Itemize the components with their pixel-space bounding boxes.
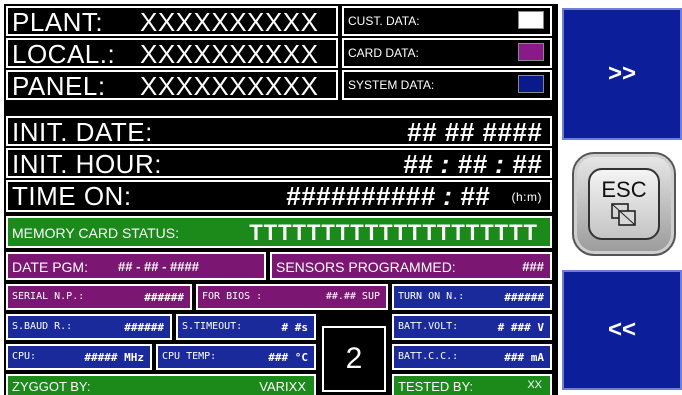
cpu-temp-label: CPU TEMP: (162, 351, 217, 362)
turn-on-value: ###### (504, 291, 544, 304)
panel-value: XXXXXXXXXX (140, 71, 319, 100)
baud-row: S.BAUD R.: ###### (6, 314, 172, 340)
local-value: XXXXXXXXXX (140, 39, 319, 68)
turn-on-row: TURN ON N.: ###### (392, 284, 552, 310)
panel-row: PANEL: XXXXXXXXXX (6, 70, 338, 100)
esc-label: ESC (601, 177, 647, 202)
sensors-value: ### (522, 259, 544, 274)
bios-label: FOR BIOS : (202, 291, 263, 302)
bios-row: FOR BIOS : ##.## SUP (196, 284, 388, 310)
time-on-unit: (h:m) (511, 190, 542, 204)
serial-value: ###### (144, 291, 184, 304)
cpu-label: CPU: (12, 351, 37, 362)
cpu-value: ##### MHz (84, 351, 144, 364)
init-hour-value: ## : ## : ## (403, 149, 542, 178)
date-pgm-value: ## - ## - #### (118, 259, 199, 274)
tested-row: TESTED BY: XX (392, 374, 552, 395)
turn-on-label: TURN ON N.: (398, 291, 465, 302)
prev-page-button[interactable]: << (562, 270, 682, 390)
copy-window-icon (611, 203, 636, 226)
cpu-row: CPU: ##### MHz (6, 344, 152, 370)
batt-volt-value: # ### V (497, 321, 544, 334)
system-data-label: SYSTEM DATA: (348, 78, 435, 92)
batt-cc-row: BATT.C.C.: ### mA (392, 344, 552, 370)
baud-label: S.BAUD R.: (12, 321, 73, 332)
bios-value: ##.## SUP (325, 291, 380, 302)
esc-key-face: ESC (588, 168, 660, 240)
card-data-button[interactable]: CARD DATA: (342, 38, 552, 68)
plant-value: XXXXXXXXXX (140, 7, 319, 36)
sensors-row: SENSORS PROGRAMMED: ### (270, 252, 552, 280)
plant-label: PLANT: (12, 7, 104, 36)
zyggot-label: ZYGGOT BY: (12, 379, 91, 394)
esc-button[interactable]: ESC (572, 152, 676, 256)
timeout-label: S.TIMEOUT: (182, 321, 243, 332)
local-label: LOCAL.: (12, 39, 116, 68)
panel-label: PANEL: (12, 71, 106, 100)
zyggot-row: ZYGGOT BY: VARIXX (6, 374, 316, 395)
init-date-value: ## ## #### (406, 117, 542, 146)
cust-data-swatch (518, 11, 544, 29)
batt-volt-label: BATT.VOLT: (398, 321, 459, 332)
page-number: 2 (345, 342, 363, 375)
init-date-label: INIT. DATE: (12, 117, 153, 146)
screen: PLANT: XXXXXXXXXX LOCAL.: XXXXXXXXXX PAN… (0, 0, 682, 395)
batt-volt-row: BATT.VOLT: # ### V (392, 314, 552, 340)
prev-page-label: << (607, 316, 637, 343)
data-panel: PLANT: XXXXXXXXXX LOCAL.: XXXXXXXXXX PAN… (4, 4, 558, 395)
serial-label: SERIAL N.P.: (12, 291, 85, 302)
cpu-temp-value: ### °C (268, 351, 308, 364)
batt-cc-value: ### mA (504, 351, 544, 364)
system-data-button[interactable]: SYSTEM DATA: (342, 70, 552, 100)
page-number-box: 2 (322, 326, 386, 392)
memory-card-row: MEMORY CARD STATUS: TTTTTTTTTTTTTTTTTTTT (6, 216, 552, 248)
time-on-label: TIME ON: (12, 181, 132, 211)
card-data-swatch (518, 43, 544, 61)
zyggot-value: VARIXX (259, 379, 306, 394)
tested-label: TESTED BY: (398, 379, 474, 394)
cpu-temp-row: CPU TEMP: ### °C (156, 344, 316, 370)
cust-data-button[interactable]: CUST. DATA: (342, 6, 552, 36)
init-hour-row: INIT. HOUR: ## : ## : ## (6, 148, 552, 178)
time-on-row: TIME ON: ########## : ## (h:m) (6, 180, 552, 212)
date-pgm-row: DATE PGM: ## - ## - #### (6, 252, 266, 280)
next-page-button[interactable]: >> (562, 8, 682, 140)
memory-card-value: TTTTTTTTTTTTTTTTTTTT (249, 220, 538, 245)
tested-value: XX (527, 379, 542, 391)
time-on-value: ########## : ## (285, 181, 490, 211)
plant-row: PLANT: XXXXXXXXXX (6, 6, 338, 36)
timeout-value: # #s (281, 321, 309, 334)
next-page-label: >> (607, 60, 637, 87)
memory-card-label: MEMORY CARD STATUS: (12, 225, 179, 241)
timeout-row: S.TIMEOUT: # #s (176, 314, 316, 340)
nav-panel: >> ESC << (562, 4, 682, 395)
card-data-label: CARD DATA: (348, 46, 419, 60)
date-pgm-label: DATE PGM: (12, 259, 88, 275)
system-data-swatch (518, 75, 544, 93)
init-date-row: INIT. DATE: ## ## #### (6, 116, 552, 146)
local-row: LOCAL.: XXXXXXXXXX (6, 38, 338, 68)
baud-value: ###### (124, 321, 164, 334)
cust-data-label: CUST. DATA: (348, 14, 420, 28)
init-hour-label: INIT. HOUR: (12, 149, 162, 178)
sensors-label: SENSORS PROGRAMMED: (276, 259, 456, 275)
batt-cc-label: BATT.C.C.: (398, 351, 459, 362)
serial-row: SERIAL N.P.: ###### (6, 284, 192, 310)
